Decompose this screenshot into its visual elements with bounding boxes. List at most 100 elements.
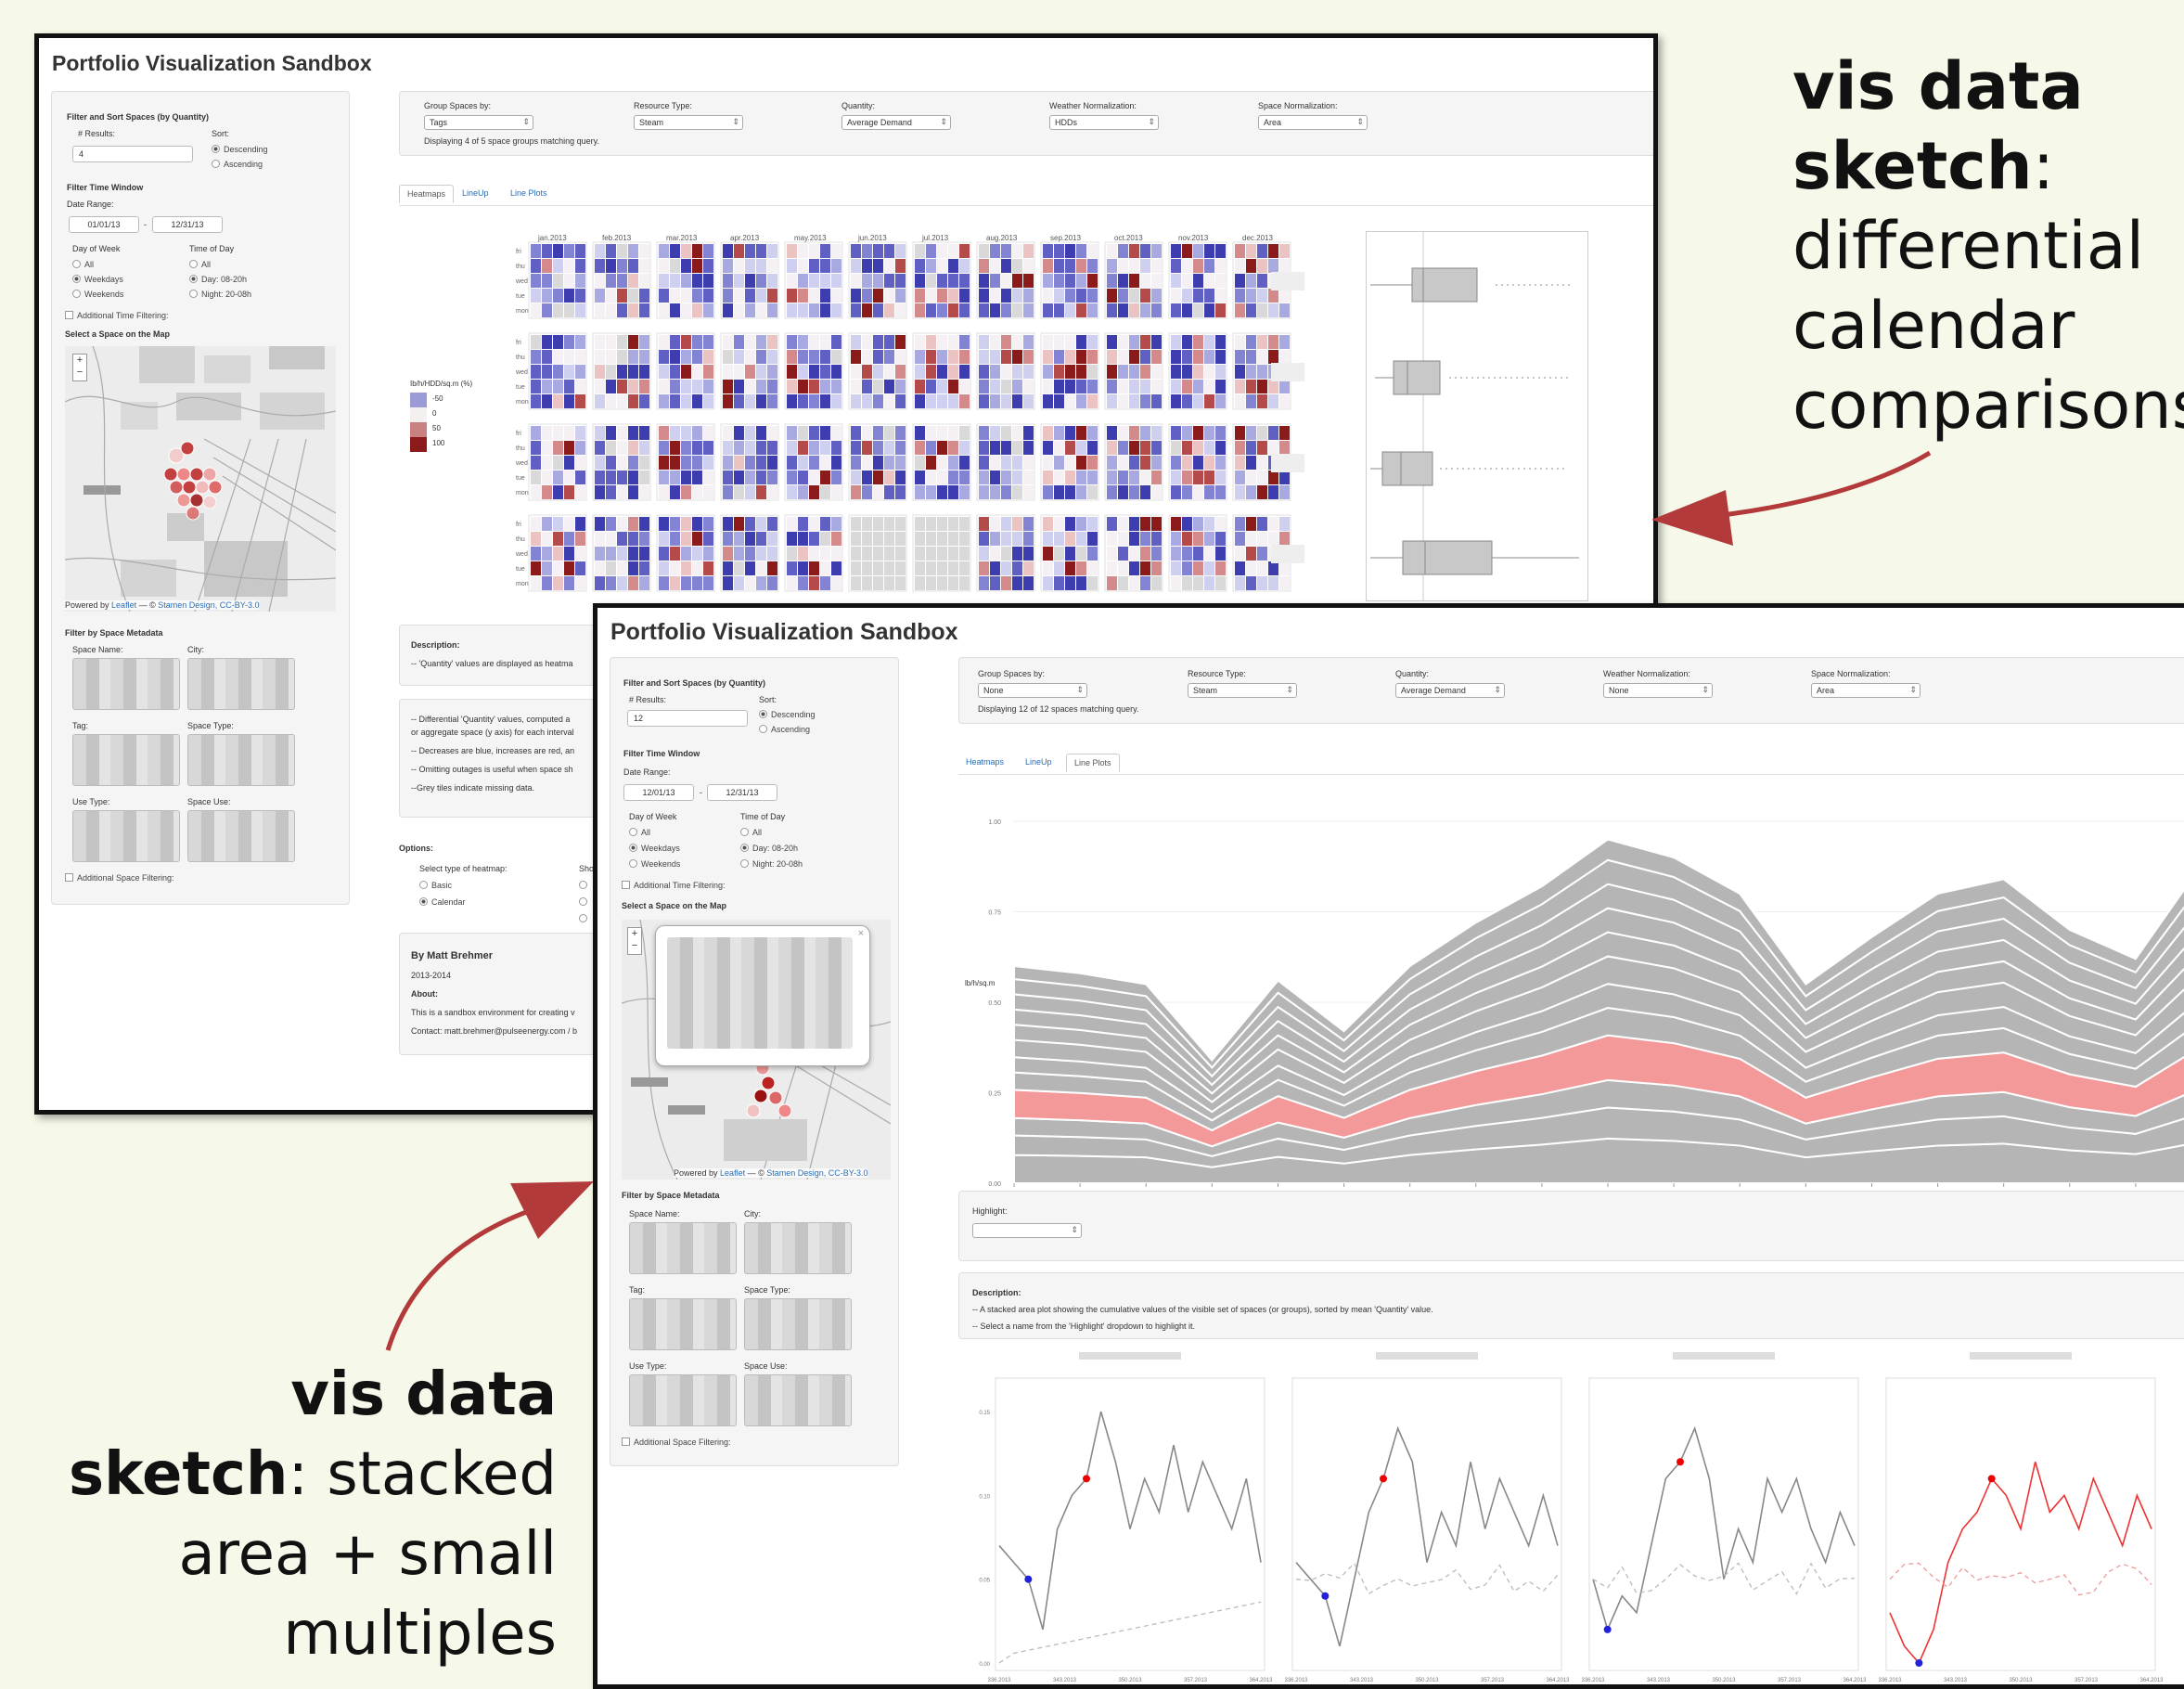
sort-descending-radio[interactable]: Descending [759, 710, 816, 719]
tod-all-radio[interactable]: All [189, 260, 211, 269]
city-list[interactable] [744, 1222, 852, 1274]
heatmap-calendar-radio[interactable]: Calendar [419, 897, 466, 907]
quantity-select[interactable]: Average Demand [841, 115, 951, 130]
heatmap-cell [734, 426, 744, 440]
heatmap-cell [670, 561, 680, 575]
space-name-list[interactable] [72, 658, 180, 710]
heatmap-cell [767, 547, 777, 561]
heatmap-cell [787, 517, 797, 531]
tod-night-radio[interactable]: Night: 20-08h [740, 859, 803, 869]
quantity-select[interactable]: Average Demand [1395, 683, 1505, 698]
sort-ascending-radio[interactable]: Ascending [212, 160, 263, 169]
tod-day-radio[interactable]: Day: 08-20h [189, 275, 247, 284]
heatmap-cell [670, 471, 680, 484]
date-from-input[interactable]: 12/01/13 [623, 784, 694, 801]
heatmap-cell [1215, 471, 1226, 484]
heatmap-basic-radio[interactable]: Basic [419, 881, 452, 890]
heatmap-cell [639, 289, 649, 303]
popup-close-icon[interactable]: × [858, 928, 864, 939]
heatmap-cell [926, 561, 936, 575]
weather-normalization-select[interactable]: HDDs [1049, 115, 1159, 130]
dow-weekdays-radio[interactable]: Weekdays [72, 275, 123, 284]
space-name-list[interactable] [629, 1222, 737, 1274]
space-type-list[interactable] [187, 734, 295, 786]
map-zoom-control[interactable]: + − [72, 354, 87, 381]
space-type-list[interactable] [744, 1298, 852, 1350]
sort-descending-radio[interactable]: Descending [212, 145, 268, 154]
date-from-input[interactable]: 01/01/13 [69, 216, 139, 233]
results-input[interactable]: 12 [627, 710, 748, 727]
heatmap-cell [915, 380, 925, 393]
tab-lineup[interactable]: LineUp [455, 185, 496, 201]
tab-heatmaps[interactable]: Heatmaps [958, 754, 1011, 770]
space-normalization-select[interactable]: Area [1258, 115, 1368, 130]
tab-lineup[interactable]: LineUp [1018, 754, 1060, 770]
heatmap-cell [809, 350, 819, 364]
sm-extreme-point [1083, 1475, 1090, 1483]
additional-space-checkbox[interactable]: Additional Space Filtering: [65, 873, 174, 883]
tab-lineplots[interactable]: Line Plots [1066, 754, 1120, 772]
heatmap-cell [1012, 244, 1022, 258]
use-type-list[interactable] [629, 1374, 737, 1426]
calendar-heatmap[interactable]: jan.2013 feb.2013 mar.2013 apr.2013 may.2013… [494, 231, 1310, 639]
additional-time-checkbox[interactable]: Additional Time Filtering: [65, 311, 169, 320]
tod-all-radio[interactable]: All [740, 828, 762, 837]
day-label: fri [516, 249, 521, 255]
dow-all-radio[interactable]: All [72, 260, 94, 269]
date-to-input[interactable]: 12/31/13 [707, 784, 777, 801]
heatmap-cell [553, 335, 563, 349]
show-option-radio-1[interactable] [579, 881, 591, 890]
tab-lineplots[interactable]: Line Plots [503, 185, 555, 201]
tod-day-radio[interactable]: Day: 08-20h [740, 844, 798, 853]
additional-space-checkbox[interactable]: Additional Space Filtering: [622, 1438, 731, 1447]
heatmap-cell [531, 259, 541, 273]
additional-time-checkbox[interactable]: Additional Time Filtering: [622, 881, 726, 890]
space-use-list[interactable] [744, 1374, 852, 1426]
resource-type-select[interactable]: Steam [634, 115, 743, 130]
dow-all-radio[interactable]: All [629, 828, 650, 837]
weather-normalization-select[interactable]: None [1603, 683, 1713, 698]
heatmap-cell [1107, 335, 1117, 349]
show-option-radio-2[interactable] [579, 897, 591, 907]
stacked-area-chart[interactable]: 1.000.750.500.250.00336.2013337.2013338.… [958, 793, 2184, 1230]
heatmap-cell [745, 517, 755, 531]
heatmap-cell [606, 394, 616, 408]
date-to-input[interactable]: 12/31/13 [152, 216, 223, 233]
dow-weekdays-radio[interactable]: Weekdays [629, 844, 680, 853]
heatmap-cell [692, 547, 702, 561]
heatmap-cell [1151, 576, 1162, 590]
dow-weekends-radio[interactable]: Weekends [629, 859, 680, 869]
tag-list[interactable] [629, 1298, 737, 1350]
use-type-list[interactable] [72, 810, 180, 862]
heatmap-cell [745, 289, 755, 303]
heatmap-cell [1151, 532, 1162, 546]
tag-list[interactable] [72, 734, 180, 786]
group-by-select[interactable]: Tags [424, 115, 533, 130]
dow-weekends-radio[interactable]: Weekends [72, 290, 123, 299]
heatmap-cell [734, 547, 744, 561]
space-use-list[interactable] [187, 810, 295, 862]
space-type-label: Space Type: [187, 721, 234, 730]
results-input[interactable]: 4 [72, 146, 193, 162]
city-list[interactable] [187, 658, 295, 710]
heatmap-cell [1012, 456, 1022, 470]
group-by-select[interactable]: None [978, 683, 1087, 698]
show-option-radio-3[interactable] [579, 914, 591, 923]
heatmap-cell [1065, 485, 1075, 499]
heatmap-cell [1215, 441, 1226, 455]
space-map[interactable]: × + − Powered by Leaflet — © Stamen Desig… [622, 920, 891, 1180]
author-name: By Matt Brehmer [411, 950, 494, 961]
map-popup[interactable]: × [655, 925, 870, 1066]
heatmap-cell [723, 380, 733, 393]
heatmap-cell [1001, 365, 1011, 379]
tod-night-radio[interactable]: Night: 20-08h [189, 290, 251, 299]
heatmap-cell [915, 335, 925, 349]
space-map[interactable]: + − Powered by Leaflet — © Stamen Design,… [65, 346, 336, 612]
highlight-select[interactable] [972, 1223, 1082, 1238]
resource-type-select[interactable]: Steam [1188, 683, 1297, 698]
heatmap-cell [1001, 426, 1011, 440]
tab-heatmaps[interactable]: Heatmaps [399, 185, 455, 203]
map-zoom-control[interactable]: + − [627, 927, 642, 955]
space-normalization-select[interactable]: Area [1811, 683, 1921, 698]
sort-ascending-radio[interactable]: Ascending [759, 725, 810, 734]
